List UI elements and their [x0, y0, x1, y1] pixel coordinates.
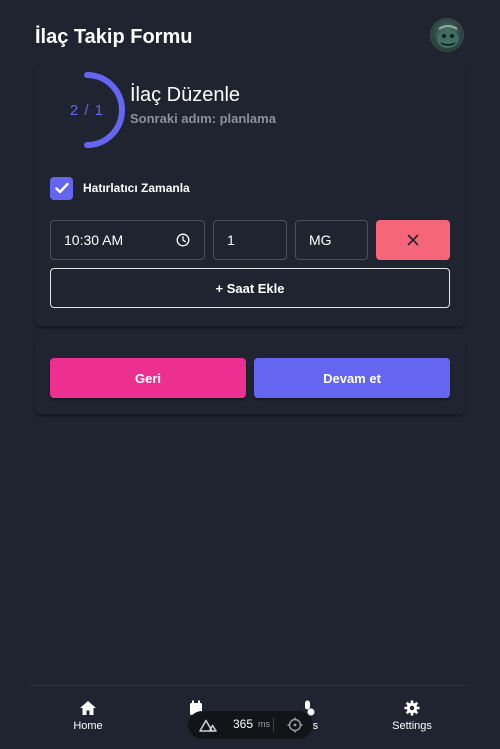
- time-value: 10:30 AM: [64, 232, 124, 248]
- continue-button[interactable]: Devam et: [254, 358, 450, 398]
- reminder-label: Hatırlatıcı Zamanla: [83, 181, 190, 195]
- step-subtitle: Sonraki adım: planlama: [130, 111, 276, 126]
- avatar[interactable]: [430, 18, 464, 52]
- step-progress: 2 / 1: [47, 70, 127, 150]
- unit-value: MG: [309, 232, 332, 248]
- devtools-bar[interactable]: 365 ms: [188, 711, 313, 739]
- quantity-value: 1: [227, 232, 235, 248]
- avatar-image: [437, 25, 459, 48]
- remove-time-button[interactable]: [376, 220, 450, 260]
- checkmark-icon: [54, 182, 69, 194]
- medication-edit-card: 2 / 1 İlaç Düzenle Sonraki adım: planlam…: [35, 64, 465, 326]
- nuxt-icon: [199, 719, 217, 732]
- reminder-checkbox[interactable]: [50, 176, 73, 200]
- app-header: İlaç Takip Formu: [0, 0, 500, 72]
- home-icon: [80, 701, 96, 715]
- progress-text: 2 / 1: [69, 101, 105, 119]
- nav-item-home[interactable]: Home: [43, 700, 133, 740]
- devbar-divider: [273, 718, 274, 732]
- reminder-toggle[interactable]: Hatırlatıcı Zamanla: [50, 176, 190, 200]
- time-input[interactable]: 10:30 AM: [50, 220, 205, 260]
- close-icon: [407, 234, 419, 246]
- quantity-input[interactable]: 1: [213, 220, 287, 260]
- back-button[interactable]: Geri: [50, 358, 246, 398]
- gear-icon: [404, 700, 420, 716]
- devbar-ms-unit: ms: [258, 719, 270, 729]
- devbar-ms-value: 365: [233, 717, 254, 731]
- nav-label-settings: Settings: [392, 720, 432, 732]
- app-title: İlaç Takip Formu: [35, 26, 193, 48]
- unit-select[interactable]: MG: [295, 220, 368, 260]
- step-title: İlaç Düzenle: [130, 84, 241, 106]
- nav-label-home: Home: [73, 720, 103, 732]
- crosshair-icon[interactable]: [287, 717, 303, 733]
- navigation-card: Geri Devam et: [35, 340, 465, 414]
- nav-item-settings[interactable]: Settings: [367, 700, 457, 740]
- add-time-button[interactable]: + Saat Ekle: [50, 268, 450, 308]
- clock-icon[interactable]: [176, 233, 190, 247]
